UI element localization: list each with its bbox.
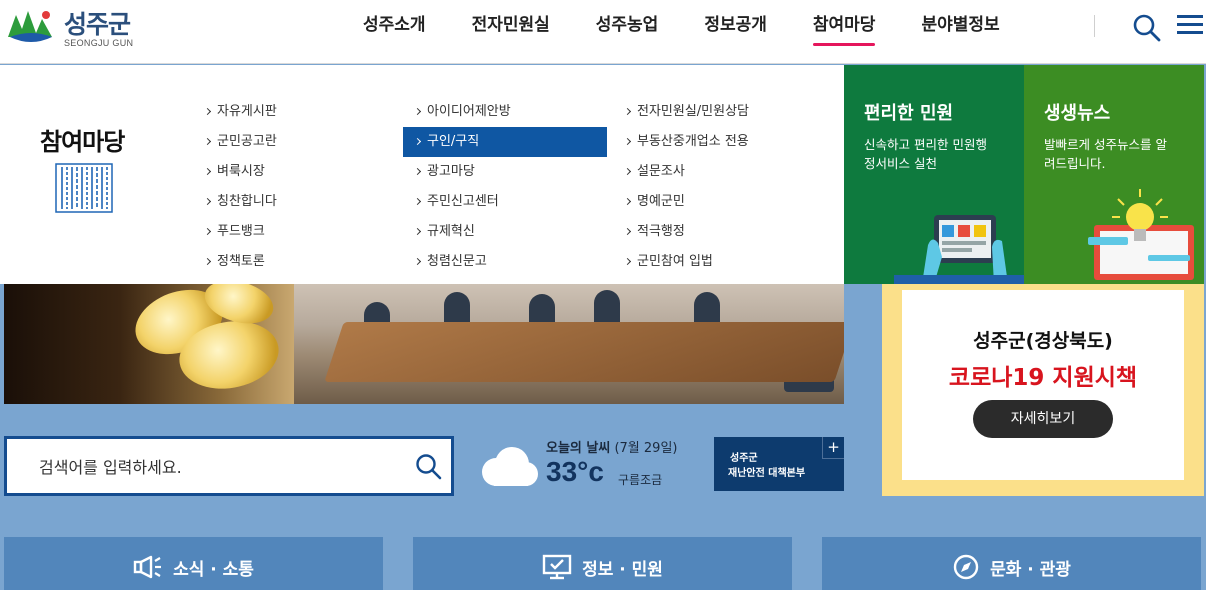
menu-item-compliments[interactable]: 칭찬합니다 <box>203 187 277 217</box>
covid-banner: 성주군(경상북도) 코로나19 지원시책 자세히보기 <box>882 278 1204 496</box>
nav-item-participation[interactable]: 참여마당 <box>790 0 899 64</box>
covid-banner-title: 코로나19 지원시책 <box>948 365 1138 391</box>
menu-item-integrity[interactable]: 청렴신문고 <box>413 247 607 277</box>
menu-item-report-center[interactable]: 주민신고센터 <box>413 187 607 217</box>
covid-banner-card: 성주군(경상북도) 코로나19 지원시책 자세히보기 <box>902 290 1184 480</box>
menu-item-proactive[interactable]: 적극행정 <box>623 217 749 247</box>
logo-subtitle: SEONGJU GUN <box>64 38 134 48</box>
logo-title: 성주군 <box>64 10 131 39</box>
promo-civil-title: 편리한 민원 <box>864 103 954 124</box>
category-culture-label: 문화 · 관광 <box>990 559 1071 580</box>
main-search-input[interactable] <box>39 455 409 479</box>
promo-news-title: 생생뉴스 <box>1044 103 1111 124</box>
promo-civil-text: 신속하고 편리한 민원행정서비스 실천 <box>864 137 987 171</box>
hamburger-menu-icon[interactable] <box>1176 12 1204 38</box>
weather-temperature: 33°c <box>546 456 604 487</box>
menu-item-realtor[interactable]: 부동산중개업소 전용 <box>623 127 749 157</box>
lightbulb-monitor-icon <box>1088 189 1194 280</box>
category-info[interactable]: 정보 · 민원 <box>413 537 792 590</box>
promo-live-news[interactable]: 생생뉴스 발빠르게 성주뉴스를 알려드립니다. <box>1024 65 1204 284</box>
mega-menu-column-1: 자유게시판 군민공고란 벼룩시장 칭찬합니다 푸드뱅크 정책토론 <box>203 97 277 277</box>
covid-banner-region: 성주군(경상북도) <box>973 330 1113 352</box>
main-nav: 성주소개 전자민원실 성주농업 정보공개 참여마당 분야별정보 <box>340 0 1023 64</box>
nav-item-e-civil[interactable]: 전자민원실 <box>449 0 573 64</box>
category-news[interactable]: 소식 · 소통 <box>4 537 383 590</box>
nav-item-intro[interactable]: 성주소개 <box>340 0 449 64</box>
menu-item-flea-market[interactable]: 벼룩시장 <box>203 157 277 187</box>
menu-item-free-board[interactable]: 자유게시판 <box>203 97 277 127</box>
site-logo[interactable]: 성주군 SEONGJU GUN <box>6 5 136 53</box>
melon-photo <box>4 282 294 404</box>
cloud-icon <box>482 447 538 486</box>
mega-menu-column-3: 전자민원실/민원상담 부동산중개업소 전용 설문조사 명예군민 적극행정 군민참… <box>623 97 749 277</box>
site-header: 성주군 SEONGJU GUN 성주소개 전자민원실 성주농업 정보공개 참여마… <box>0 0 1206 64</box>
menu-item-public-notice[interactable]: 군민공고란 <box>203 127 277 157</box>
search-icon[interactable] <box>415 453 443 481</box>
menu-item-food-bank[interactable]: 푸드뱅크 <box>203 217 277 247</box>
disaster-hq-button[interactable]: + 성주군 재난안전 대책본부 <box>714 437 844 491</box>
mega-menu-pattern-icon <box>55 163 113 213</box>
plus-icon: + <box>822 437 844 459</box>
category-info-label: 정보 · 민원 <box>582 559 663 580</box>
weather-description: 구름조금 <box>618 473 663 487</box>
category-news-label: 소식 · 소통 <box>173 559 254 580</box>
disaster-line1: 성주군 <box>730 453 758 464</box>
compass-icon <box>953 554 979 580</box>
nav-item-agriculture[interactable]: 성주농업 <box>573 0 682 64</box>
mega-menu-title: 참여마당 <box>40 128 125 156</box>
promo-civil-service[interactable]: 편리한 민원 신속하고 편리한 민원행정서비스 실천 <box>844 65 1024 284</box>
monitor-check-icon <box>542 554 572 580</box>
main-visual-photo <box>4 282 844 404</box>
menu-item-ads[interactable]: 광고마당 <box>413 157 607 187</box>
menu-item-idea-proposal[interactable]: 아이디어제안방 <box>413 97 607 127</box>
header-search-icon[interactable] <box>1132 12 1162 42</box>
main-search-box <box>4 436 454 496</box>
menu-item-policy-debate[interactable]: 정책토론 <box>203 247 277 277</box>
nav-divider <box>1094 15 1095 37</box>
covid-details-button[interactable]: 자세히보기 <box>973 400 1113 438</box>
menu-item-legislation[interactable]: 군민참여 입법 <box>623 247 749 277</box>
menu-item-jobs[interactable]: 구인/구직 <box>403 127 607 157</box>
promo-news-text: 발빠르게 성주뉴스를 알려드립니다. <box>1044 137 1167 171</box>
nav-item-field-info[interactable]: 분야별정보 <box>898 0 1022 64</box>
mega-menu-column-2: 아이디어제안방 구인/구직 광고마당 주민신고센터 규제혁신 청렴신문고 <box>403 97 607 277</box>
menu-item-regulation[interactable]: 규제혁신 <box>413 217 607 247</box>
menu-item-e-civil-consult[interactable]: 전자민원실/민원상담 <box>623 97 749 127</box>
logo-mark-icon <box>8 11 52 42</box>
meeting-table <box>324 322 844 382</box>
nav-item-disclosure[interactable]: 정보공개 <box>681 0 790 64</box>
participation-mega-menu: 참여마당 자유게시판 군민공고란 벼룩시장 칭찬합니다 푸드뱅크 정책토론 아이… <box>0 65 844 284</box>
megaphone-icon <box>133 555 162 579</box>
menu-item-honorary-citizen[interactable]: 명예군민 <box>623 187 749 217</box>
tablet-hand-icon <box>894 215 1024 284</box>
weather-title: 오늘의 날씨 (7월 29일) <box>546 441 678 456</box>
menu-item-survey[interactable]: 설문조사 <box>623 157 749 187</box>
category-culture[interactable]: 문화 · 관광 <box>822 537 1201 590</box>
disaster-line2: 재난안전 대책본부 <box>728 468 806 479</box>
